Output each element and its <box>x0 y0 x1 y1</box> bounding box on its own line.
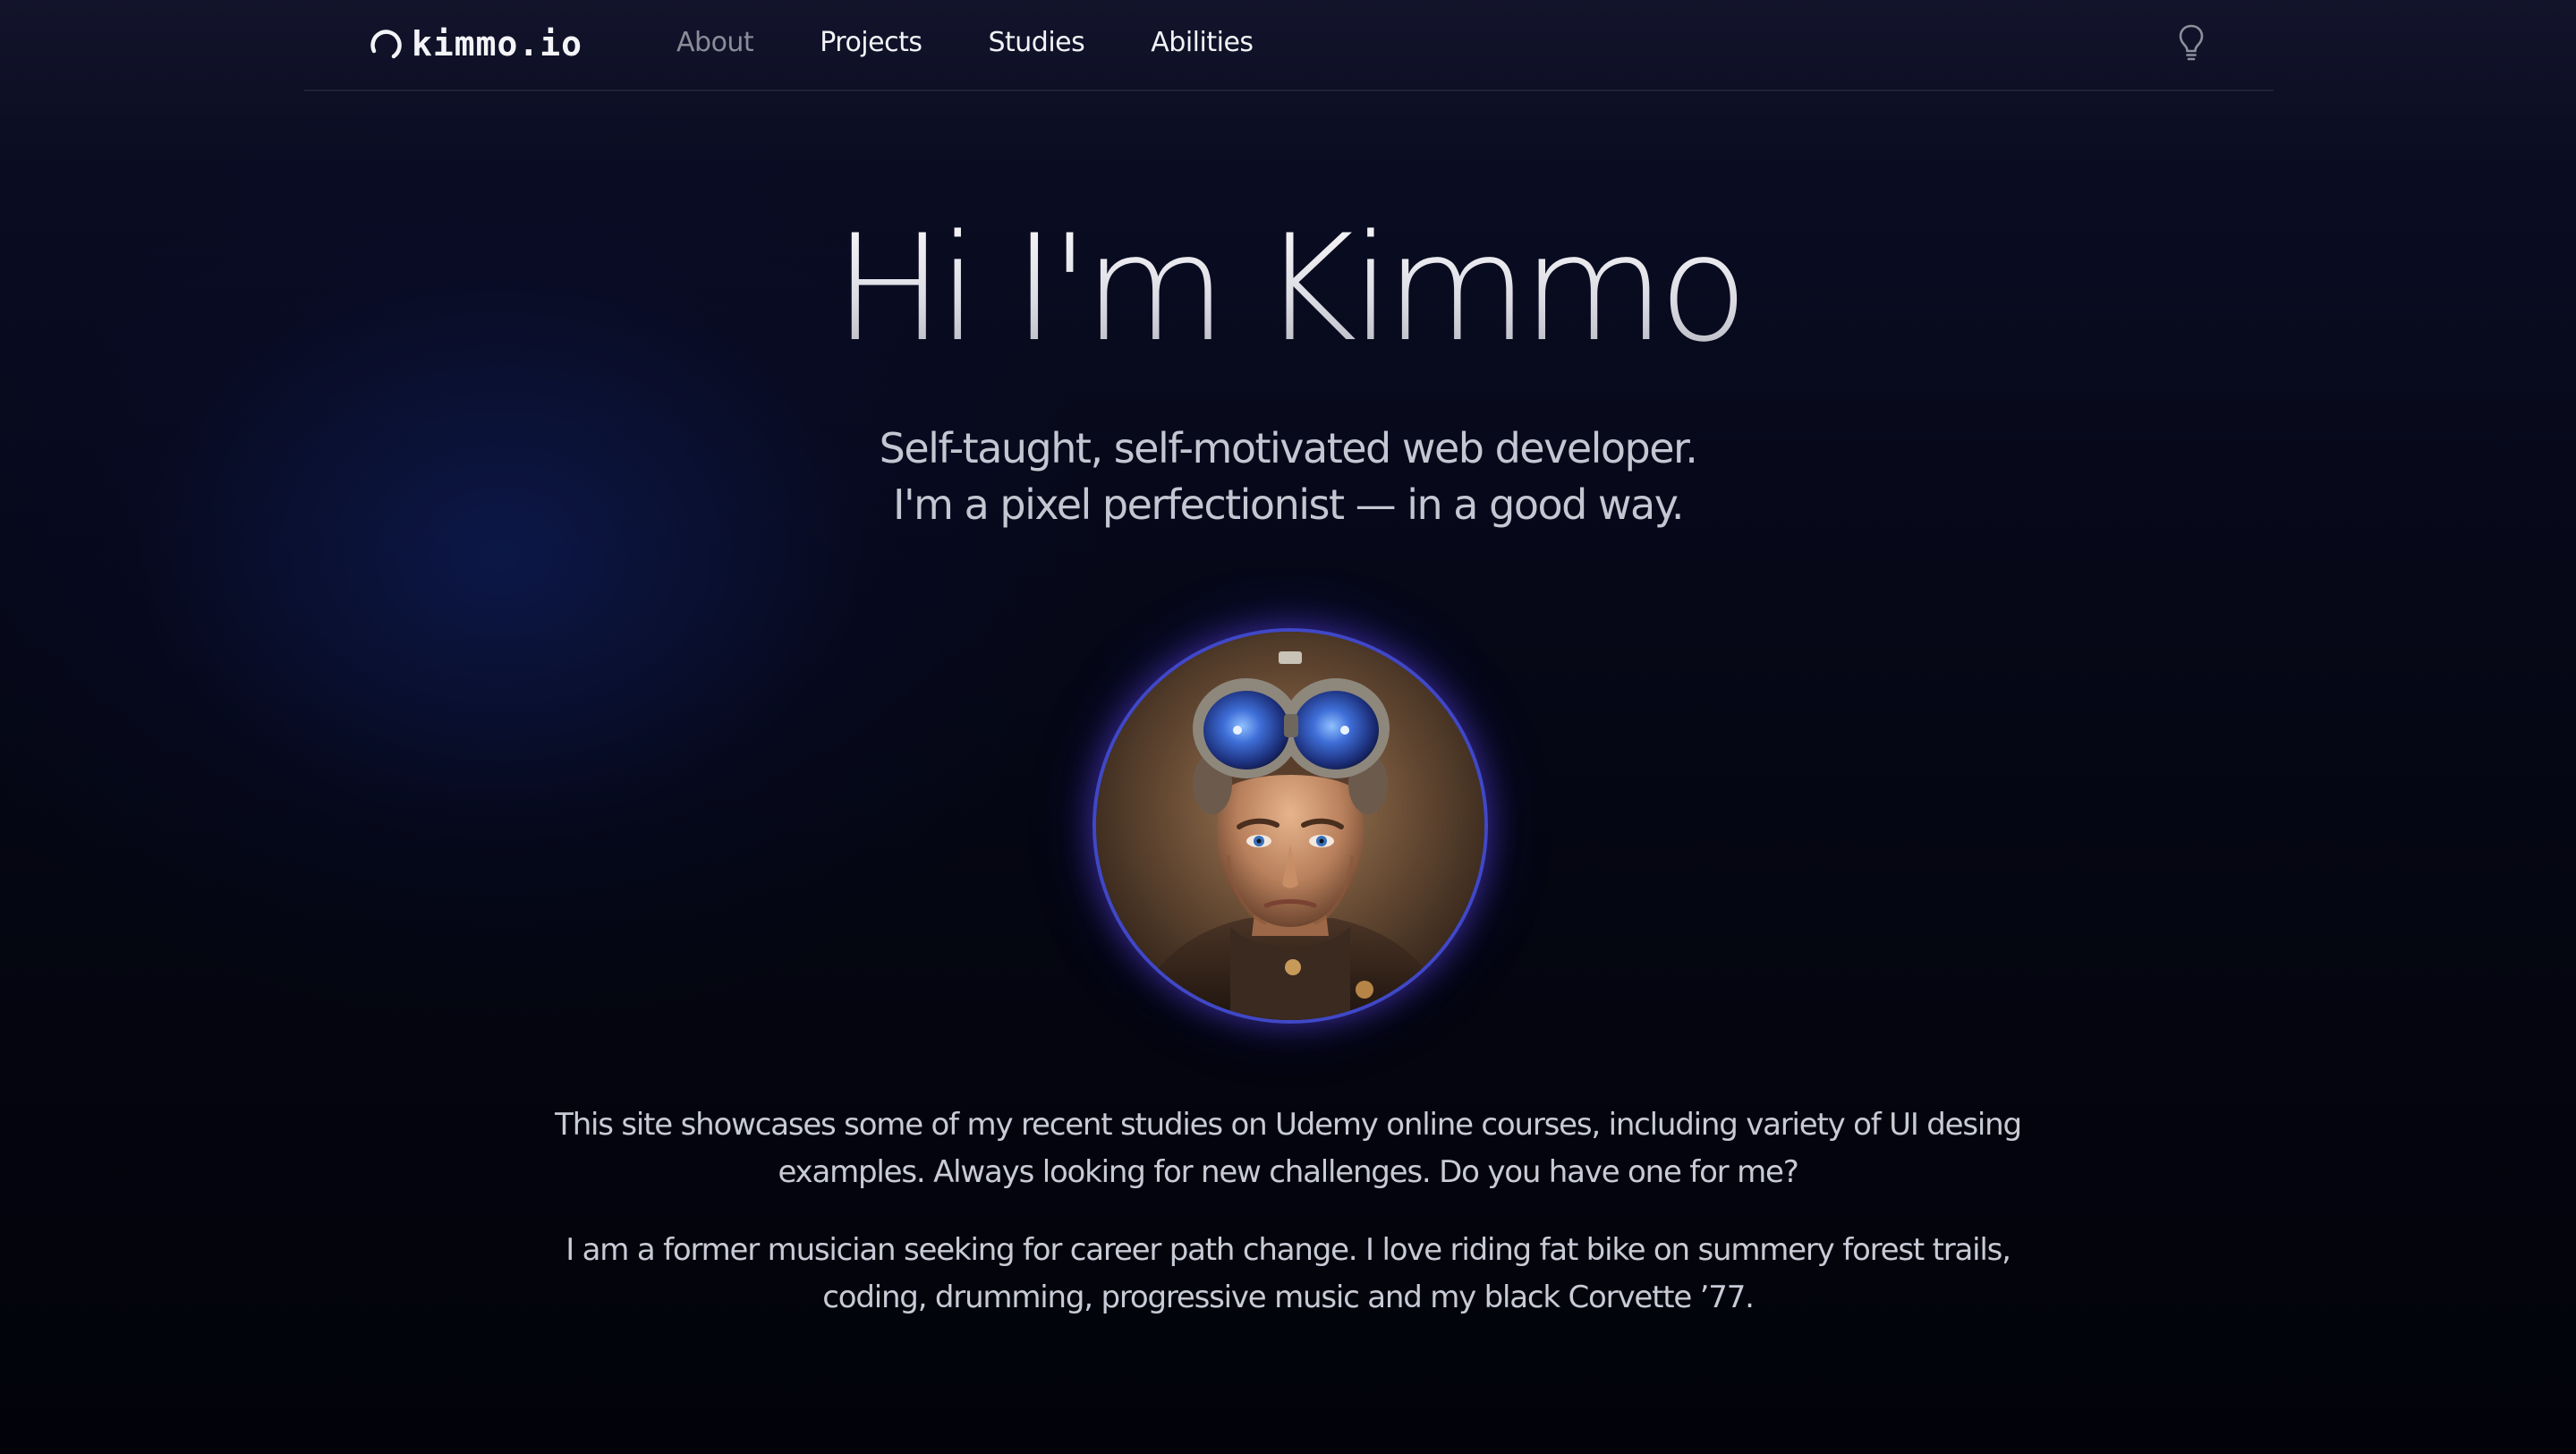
logo-link[interactable]: kimmo.io <box>367 18 582 70</box>
nav-item-about[interactable]: About <box>676 23 754 63</box>
nav-item-abilities[interactable]: Abilities <box>1151 23 1254 63</box>
about-paragraph-2: I am a former musician seeking for caree… <box>565 1232 2011 1315</box>
hero-subtitle: Self-taught, self-motivated web develope… <box>0 421 2576 533</box>
top-navigation: kimmo.io About Projects Studies Abilitie… <box>304 0 2274 91</box>
avatar-portrait <box>1096 632 1484 1020</box>
theme-toggle-button[interactable] <box>2173 20 2209 66</box>
avatar <box>1092 628 1488 1024</box>
about-paragraph-1: This site showcases some of my recent st… <box>555 1107 2022 1190</box>
page-title: Hi I'm Kimmo <box>0 195 2576 383</box>
hero-subtitle-line-1: Self-taught, self-motivated web develope… <box>879 424 1698 472</box>
logo-icon <box>370 30 402 59</box>
nav-links: About Projects Studies Abilities <box>676 23 1320 63</box>
hero-subtitle-line-2: I'm a pixel perfectionist — in a good wa… <box>892 480 1685 529</box>
nav-item-studies[interactable]: Studies <box>988 23 1084 63</box>
lightbulb-icon <box>2179 24 2204 61</box>
logo-text: kimmo.io <box>412 24 583 64</box>
nav-item-projects[interactable]: Projects <box>820 23 922 63</box>
